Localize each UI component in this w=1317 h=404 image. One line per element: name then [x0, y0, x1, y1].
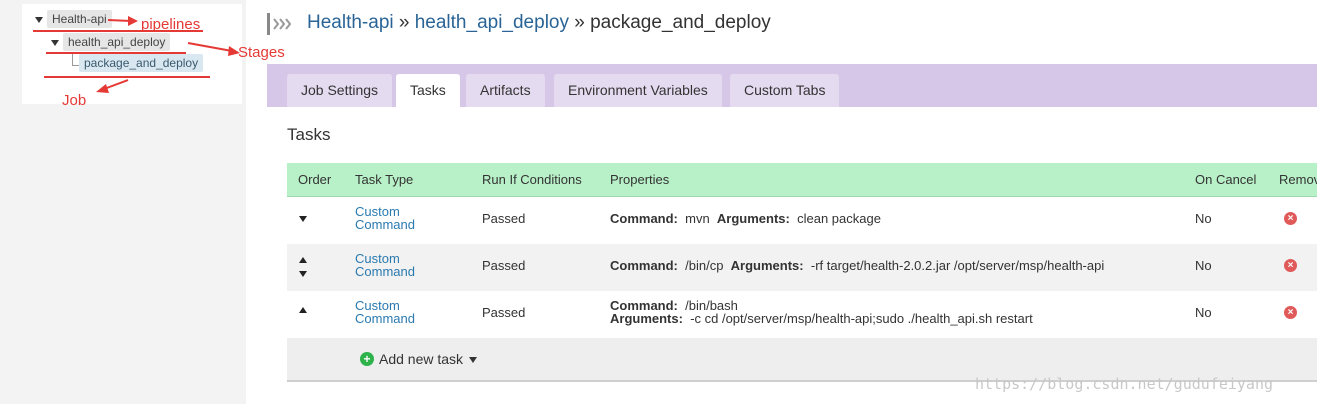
breadcrumb-job: package_and_deploy [590, 12, 771, 33]
annotation-job: Job [62, 92, 87, 109]
breadcrumb-pipeline-link[interactable]: Health-api [307, 12, 394, 33]
task-type-link[interactable]: Command [355, 265, 415, 278]
properties-value: Command: /bin/cp Arguments: -rf target/h… [610, 258, 1104, 273]
header-task-type: Task Type [355, 172, 414, 187]
annotation-stages: Stages [238, 44, 285, 61]
task-type-link[interactable]: Command [355, 218, 415, 231]
task-type-link[interactable]: Command [355, 312, 415, 325]
watermark: https://blog.csdn.net/gudufeiyang [975, 375, 1274, 393]
move-down-icon[interactable] [299, 216, 307, 222]
header-on-cancel: On Cancel [1195, 172, 1257, 187]
command-label: Command: [610, 211, 678, 226]
on-cancel-value: No [1195, 258, 1212, 273]
table-row: Custom Command Passed Command: /bin/bash… [287, 291, 1317, 339]
command-value: mvn [685, 211, 710, 226]
command-label: Command: [610, 258, 678, 273]
tab-custom-tabs[interactable]: Custom Tabs [730, 74, 840, 107]
section-title: Tasks [287, 125, 331, 144]
remove-icon[interactable]: × [1284, 259, 1297, 272]
arguments-label: Arguments: [610, 311, 683, 326]
arguments-label: Arguments: [730, 258, 804, 273]
breadcrumb-stage-link[interactable]: health_api_deploy [415, 12, 569, 33]
arguments-value: -rf target/health-2.0.2.jar /opt/server/… [810, 258, 1105, 273]
header-remove: Remov [1279, 172, 1317, 187]
run-if-value: Passed [482, 211, 526, 226]
header-order: Order [298, 172, 332, 187]
move-up-icon[interactable] [299, 307, 307, 313]
table-header: Order Task Type Run If Conditions Proper… [287, 163, 1317, 197]
header-properties: Properties [610, 172, 670, 187]
move-up-icon[interactable] [299, 257, 307, 263]
breadcrumb-separator: » [568, 12, 591, 33]
run-if-value: Passed [482, 258, 526, 273]
remove-icon[interactable]: × [1284, 212, 1297, 225]
add-new-task-button[interactable]: Add new task [379, 351, 463, 367]
tab-artifacts[interactable]: Artifacts [466, 74, 545, 107]
tab-environment-variables[interactable]: Environment Variables [554, 74, 722, 107]
tab-job-settings[interactable]: Job Settings [287, 74, 393, 107]
breadcrumb-separator: » [393, 12, 415, 33]
arguments-label: Arguments: [716, 211, 790, 226]
command-value: /bin/cp [685, 258, 724, 273]
chevron-down-icon[interactable] [469, 357, 477, 363]
breadcrumb: Health-api » health_api_deploy » package… [307, 12, 771, 34]
table-row: Custom Command Passed Command: /bin/cp A… [287, 244, 1317, 292]
properties-value: Command: mvn Arguments: clean package [610, 211, 881, 226]
header-run-if: Run If Conditions [482, 172, 582, 187]
tab-tasks[interactable]: Tasks [396, 74, 460, 107]
annotation-pipelines: pipelines [141, 16, 201, 33]
on-cancel-value: No [1195, 211, 1212, 226]
run-if-value: Passed [482, 305, 526, 320]
table-row: Custom Command Passed Command: mvn Argum… [287, 197, 1317, 245]
remove-icon[interactable]: × [1284, 306, 1297, 319]
properties-arguments: Arguments: -c cd /opt/server/msp/health-… [610, 311, 1033, 326]
on-cancel-value: No [1195, 305, 1212, 320]
arguments-value: -c cd /opt/server/msp/health-api;sudo ./… [690, 311, 1033, 326]
arguments-value: clean package [797, 211, 881, 226]
breadcrumb-chevron-icon [267, 13, 292, 35]
add-icon[interactable]: + [360, 352, 374, 366]
move-down-icon[interactable] [299, 271, 307, 277]
